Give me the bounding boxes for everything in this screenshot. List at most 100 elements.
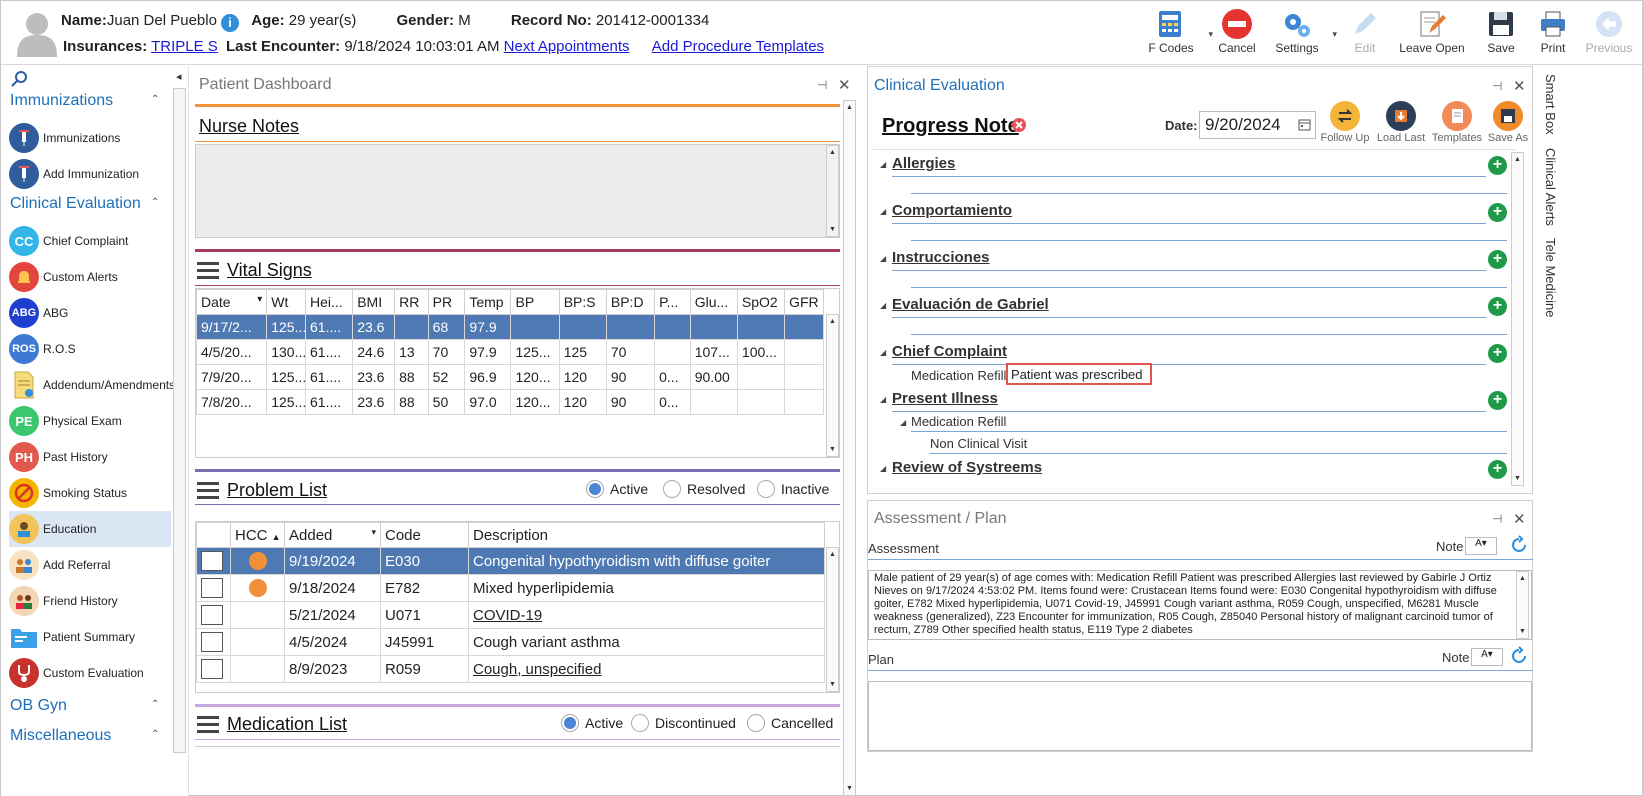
row-select-cell[interactable] — [196, 655, 231, 683]
vitals-col-header[interactable]: Glu... — [689, 289, 738, 315]
leave-open-button[interactable]: Leave Open — [1397, 7, 1467, 61]
assessment-font-dropdown[interactable]: A▾ — [1465, 537, 1497, 555]
section-clinical-evaluation[interactable]: Clinical Evaluation ⌃ — [10, 195, 159, 213]
problem-filter-resolved[interactable]: Resolved — [663, 480, 745, 498]
sidebar-item-immunizations[interactable]: Immunizations — [9, 120, 171, 156]
pin-icon[interactable]: ⊣ — [1492, 512, 1502, 526]
refresh-icon[interactable] — [1509, 646, 1529, 666]
settings-button[interactable]: Settings ▾ — [1269, 7, 1337, 61]
add-allergies-icon[interactable]: + — [1488, 156, 1507, 175]
section-allergies[interactable]: Allergies — [892, 155, 955, 172]
row-checkbox[interactable] — [201, 605, 223, 625]
vitals-col-header[interactable]: BP:S — [558, 289, 607, 315]
sidebar-item-add-referral[interactable]: Add Referral — [9, 547, 171, 583]
vitals-col-header[interactable]: BP — [510, 289, 560, 315]
description-col-header[interactable]: Description — [468, 522, 825, 548]
follow-up-button[interactable] — [1330, 101, 1360, 131]
sidebar-scrollbar[interactable] — [173, 88, 186, 753]
table-row[interactable]: 9/18/2024 E782 Mixed hyperlipidemia — [196, 574, 825, 602]
sidebar-item-past-history[interactable]: PH Past History — [9, 439, 171, 475]
vitals-col-header[interactable]: Wt — [266, 289, 307, 315]
templates-button[interactable] — [1442, 101, 1472, 131]
sidebar-item-ros[interactable]: ROS R.O.S — [9, 331, 171, 367]
add-comportamiento-icon[interactable]: + — [1488, 203, 1507, 222]
assessment-scrollbar[interactable]: ▲ ▼ — [1516, 571, 1529, 639]
chevron-up-icon[interactable]: ⌃ — [151, 699, 159, 710]
sidebar-item-addendum[interactable]: Addendum/Amendments — [9, 367, 175, 403]
vitals-col-header[interactable]: P... — [654, 289, 691, 315]
close-icon[interactable]: ✕ — [1513, 77, 1526, 95]
expand-icon[interactable]: ◢ — [880, 395, 886, 404]
hcc-col-header[interactable]: HCC ▲ — [230, 522, 285, 548]
sidebar-item-education[interactable]: Education — [9, 511, 171, 547]
sidebar-item-patient-summary[interactable]: Patient Summary — [9, 619, 171, 655]
table-row[interactable]: 7/9/20... 125... 61.... 23.6 88 52 96.9 120... 1… — [196, 364, 824, 390]
expand-icon[interactable]: ◢ — [880, 301, 886, 310]
table-row[interactable]: 4/5/20... 130... 61.... 24.6 13 70 97.9 125... 1… — [196, 339, 824, 365]
row-checkbox[interactable] — [201, 659, 223, 679]
row-select-cell[interactable] — [196, 628, 231, 656]
add-instrucciones-icon[interactable]: + — [1488, 250, 1507, 269]
row-select-cell[interactable] — [196, 574, 231, 602]
section-ob-gyn[interactable]: OB Gyn ⌃ — [10, 697, 159, 715]
settings-dropdown-icon[interactable]: ▾ — [1332, 29, 1337, 40]
section-miscellaneous[interactable]: Miscellaneous ⌃ — [10, 727, 159, 745]
vital-signs-menu-icon[interactable] — [197, 262, 219, 279]
expand-icon[interactable]: ◢ — [880, 207, 886, 216]
vitals-col-header[interactable]: PR — [427, 289, 466, 315]
chevron-up-icon[interactable]: ⌃ — [151, 729, 159, 740]
calendar-icon[interactable] — [1298, 118, 1311, 131]
cancel-button[interactable]: Cancel — [1211, 7, 1263, 61]
sidebar-item-chief-complaint[interactable]: CC Chief Complaint — [9, 223, 171, 259]
sidebar-item-smoking-status[interactable]: Smoking Status — [9, 475, 171, 511]
pin-icon[interactable]: ⊣ — [1492, 79, 1502, 93]
insurance-link[interactable]: TRIPLE S — [151, 38, 218, 55]
edit-button[interactable]: Edit — [1341, 7, 1389, 61]
table-row[interactable]: 4/5/2024 J45991 Cough variant asthma — [196, 628, 825, 656]
row-checkbox[interactable] — [201, 578, 223, 598]
previous-button[interactable]: Previous — [1583, 7, 1635, 61]
table-row[interactable]: 9/19/2024 E030 Congenital hypothyroidism w… — [196, 547, 825, 575]
sidebar-item-add-immunization[interactable]: Add Immunization — [9, 156, 171, 192]
tab-tele-medicine[interactable]: Tele Medicine — [1543, 238, 1558, 318]
problem-scrollbar[interactable]: ▲ ▼ — [826, 547, 839, 692]
refresh-icon[interactable] — [1509, 535, 1529, 555]
dashboard-scrollbar[interactable]: ▲ ▼ — [843, 100, 856, 796]
vitals-col-header[interactable]: GFR — [784, 289, 824, 315]
vitals-col-header[interactable]: Date ▾ — [196, 289, 268, 315]
add-evaluacion-icon[interactable]: + — [1488, 297, 1507, 316]
chief-complaint-value[interactable]: Patient was prescribed — [1006, 363, 1152, 385]
medication-list-menu-icon[interactable] — [197, 716, 219, 733]
section-evaluacion[interactable]: Evaluación de Gabriel — [892, 296, 1049, 313]
close-icon[interactable]: ✕ — [1513, 510, 1526, 528]
search-icon[interactable] — [11, 70, 29, 88]
close-icon[interactable]: ✕ — [838, 76, 851, 94]
date-picker[interactable]: 9/20/2024 — [1199, 111, 1316, 139]
expand-icon[interactable]: ◢ — [880, 464, 886, 473]
fcodes-button[interactable]: F Codes ▾ — [1141, 7, 1213, 61]
vitals-col-header[interactable]: Temp — [464, 289, 512, 315]
problem-filter-active[interactable]: Active — [586, 480, 648, 498]
section-review-of-systems[interactable]: Review of Systreems — [892, 459, 1042, 476]
pin-icon[interactable]: ⊣ — [817, 78, 827, 92]
medication-filter-active[interactable]: Active — [561, 714, 623, 732]
save-button[interactable]: Save — [1479, 7, 1523, 61]
save-as-button[interactable] — [1493, 101, 1523, 131]
add-procedure-templates-link[interactable]: Add Procedure Templates — [652, 38, 824, 55]
medication-filter-discontinued[interactable]: Discontinued — [631, 714, 736, 732]
next-appointments-link[interactable]: Next Appointments — [504, 38, 630, 55]
medication-filter-cancelled[interactable]: Cancelled — [747, 714, 833, 732]
collapse-sidebar-icon[interactable]: ◂ — [176, 70, 182, 83]
code-col-header[interactable]: Code — [380, 522, 469, 548]
vitals-col-header[interactable]: RR — [394, 289, 429, 315]
table-row[interactable]: 5/21/2024 U071 COVID-19 — [196, 601, 825, 629]
section-comportamiento[interactable]: Comportamiento — [892, 202, 1012, 219]
row-checkbox[interactable] — [201, 551, 223, 571]
row-select-cell[interactable] — [196, 547, 231, 575]
expand-icon[interactable]: ◢ — [880, 348, 886, 357]
section-instrucciones[interactable]: Instrucciones — [892, 249, 990, 266]
plan-textarea[interactable] — [868, 681, 1532, 751]
table-row[interactable]: 7/8/20... 125... 61.... 23.6 88 50 97.0 120... 1… — [196, 389, 824, 415]
problem-filter-inactive[interactable]: Inactive — [757, 480, 829, 498]
sidebar-item-physical-exam[interactable]: PE Physical Exam — [9, 403, 171, 439]
